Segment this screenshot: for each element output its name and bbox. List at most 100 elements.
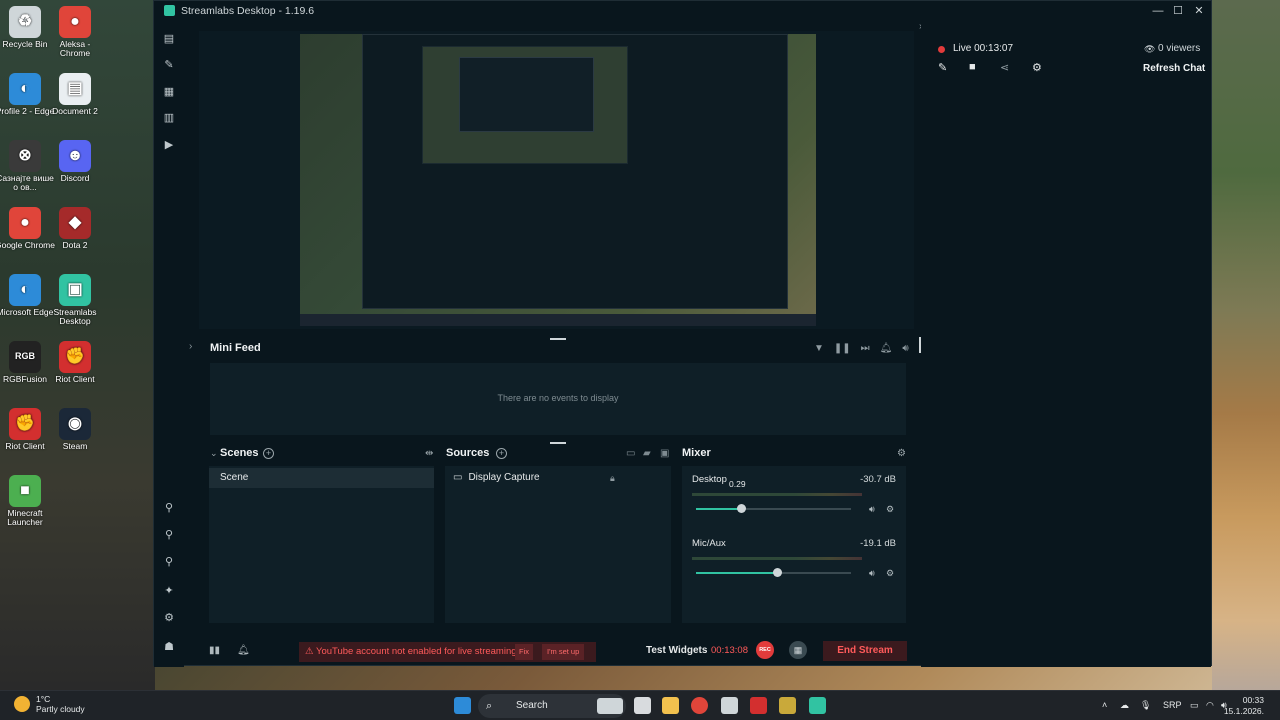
selective-recording-icon[interactable]: ▭ [626, 448, 635, 459]
stats-icon[interactable]: ▮▮ [209, 645, 220, 656]
stream-preview[interactable] [300, 34, 816, 326]
camera-icon[interactable]: ■ [969, 61, 976, 73]
gear-icon[interactable]: ⚙ [886, 568, 894, 579]
bell-icon[interactable]: 🔔︎ [880, 343, 893, 354]
riot-client-icon[interactable] [750, 697, 767, 714]
gear-icon[interactable]: ⚙ [1032, 61, 1042, 74]
record-button[interactable]: REC [756, 641, 774, 659]
volume-slider-handle[interactable] [736, 504, 746, 513]
volume-icon[interactable]: 🔊︎ [902, 343, 908, 354]
add-scene-button[interactable]: + [263, 448, 274, 459]
windows-start-icon[interactable] [454, 697, 471, 714]
mixer-channel-name: Mic/Aux [692, 538, 726, 549]
close-button[interactable]: ✕ [1189, 1, 1209, 20]
youtube-warning: ⚠ YouTube account not enabled for live s… [299, 642, 596, 662]
left-nav: ▤ ✎ ▦ ▥ ▶ ⚲ ⚲ ⚲ ✦ ⚙ ☗ [154, 20, 184, 667]
desktop-icon[interactable]: ■ Minecraft Launcher [0, 475, 56, 528]
language-indicator[interactable]: SRP [1163, 700, 1182, 710]
desktop-icon[interactable]: ● Aleksa - Chrome [44, 6, 106, 59]
search-highlight-icon[interactable] [597, 698, 623, 714]
volume-slider[interactable] [696, 504, 851, 513]
folder-icon[interactable]: ▰ [643, 448, 651, 459]
chrome-icon[interactable] [691, 697, 708, 714]
desktop-icon-label: Dota 2 [62, 240, 88, 250]
title-bar[interactable]: Streamlabs Desktop - 1.19.6 — ☐ ✕ [154, 1, 1211, 20]
desktop-icon[interactable]: ☻ Discord [44, 140, 106, 183]
add-folder-icon[interactable]: ▣ [660, 448, 669, 459]
pause-icon[interactable]: ❚❚ [834, 343, 851, 354]
integration-icon-1[interactable]: ⚲ [162, 501, 176, 515]
volume-meter [692, 493, 862, 496]
mixer-panel: Desktop -30.7 dB 0.29 🔊︎ ⚙ Mic/Aux -19.1… [682, 466, 906, 623]
test-widgets-button[interactable]: Test Widgets [646, 645, 707, 656]
ultra-icon[interactable]: ✦ [162, 584, 176, 598]
im-set-up-button[interactable]: I'm set up [542, 644, 585, 660]
refresh-chat-button[interactable]: Refresh Chat [1143, 63, 1205, 74]
monitor-icon: ▭ [453, 472, 463, 483]
desktop-icon-image: ✊ [59, 341, 91, 373]
desktop-icon-image: ✊ [9, 408, 41, 440]
minimize-button[interactable]: — [1148, 1, 1168, 20]
filter-icon[interactable]: ▼ [814, 343, 824, 354]
source-item-label: Display Capture [468, 472, 540, 483]
pencil-icon[interactable]: ✎ [938, 61, 947, 74]
maximize-button[interactable]: ☐ [1168, 1, 1188, 20]
display-icon[interactable]: ▭ [1190, 700, 1199, 711]
chevron-right-icon[interactable]: › [189, 341, 192, 352]
network-icon[interactable]: ◠ [1206, 700, 1214, 711]
chevron-up-icon[interactable]: ˄ [1102, 700, 1107, 710]
streamlabs-app-icon [164, 5, 175, 16]
window-title: Streamlabs Desktop - 1.19.6 [181, 4, 315, 17]
live-status: Live 00:13:07 [953, 43, 1014, 54]
desktop-icon[interactable]: ✊ Riot Client [44, 341, 106, 384]
layout-icon[interactable]: ▥ [162, 111, 176, 125]
lock-icon[interactable]: 🔒︎ [610, 469, 615, 487]
desktop-icon[interactable]: ◉ Steam [44, 408, 106, 451]
desktop-icon-label: Discord [60, 173, 90, 183]
settings-icon[interactable]: ⚙ [162, 611, 176, 625]
desktop-icon-image: ◐ [9, 73, 41, 105]
streamlabs-taskbar-icon[interactable] [809, 697, 826, 714]
resize-handle[interactable] [550, 338, 566, 340]
desktop-icon[interactable]: ▤ Document 2 [44, 73, 106, 116]
taskbar-clock[interactable]: 00:33 15.1.2026. [1224, 695, 1264, 717]
weather-widget[interactable]: 1°C Partly cloudy [14, 694, 85, 714]
scene-transitions-icon[interactable]: ⇹ [425, 448, 433, 459]
gear-icon[interactable]: ⚙ [897, 448, 906, 459]
source-item[interactable]: ▭ Display Capture 🔒︎ [445, 469, 671, 487]
integration-icon-3[interactable]: ⚲ [162, 555, 176, 569]
volume-slider[interactable] [696, 568, 851, 577]
desktop-icon[interactable]: ◆ Dota 2 [44, 207, 106, 250]
themes-icon[interactable]: ✎ [162, 58, 176, 72]
onedrive-icon[interactable]: ☁ [1120, 700, 1129, 711]
file-explorer-icon[interactable] [662, 697, 679, 714]
fix-button[interactable]: Fix [515, 644, 533, 660]
bell-icon[interactable]: 🔔︎ [237, 645, 250, 656]
store-icon[interactable]: ▦ [162, 85, 176, 99]
play-icon[interactable]: ▶ [162, 138, 176, 152]
editor-icon[interactable]: ▤ [162, 32, 176, 46]
resize-handle[interactable] [550, 442, 566, 444]
share-icon[interactable]: ⋖ [1000, 61, 1009, 74]
task-view-icon[interactable] [634, 697, 651, 714]
profile-icon[interactable]: ☗ [162, 640, 176, 654]
warning-icon: ⚠ [305, 646, 314, 657]
volume-slider-handle[interactable] [772, 568, 782, 577]
minifeed-title: Mini Feed [210, 342, 261, 354]
speaker-icon[interactable]: 🔊︎ [869, 568, 875, 579]
desktop-icon[interactable]: ▣ Streamlabs Desktop [44, 274, 106, 327]
chevron-down-icon[interactable]: ⌄ [210, 448, 218, 459]
gear-icon[interactable]: ⚙ [886, 504, 894, 515]
scene-item[interactable]: Scene [209, 468, 434, 488]
store-icon[interactable] [721, 697, 738, 714]
speaker-icon[interactable]: 🔊︎ [869, 504, 875, 515]
add-source-button[interactable]: + [496, 448, 507, 459]
microphone-icon[interactable]: 🎙︎ [1140, 700, 1151, 711]
league-icon[interactable] [779, 697, 796, 714]
integration-icon-2[interactable]: ⚲ [162, 528, 176, 542]
desktop-icon-label: Document 2 [52, 106, 98, 116]
weather-temp: 1°C [36, 694, 51, 704]
skip-icon[interactable]: ⏭ [861, 343, 870, 354]
end-stream-button[interactable]: End Stream [823, 641, 907, 661]
replay-buffer-button[interactable]: ▦ [789, 641, 807, 659]
